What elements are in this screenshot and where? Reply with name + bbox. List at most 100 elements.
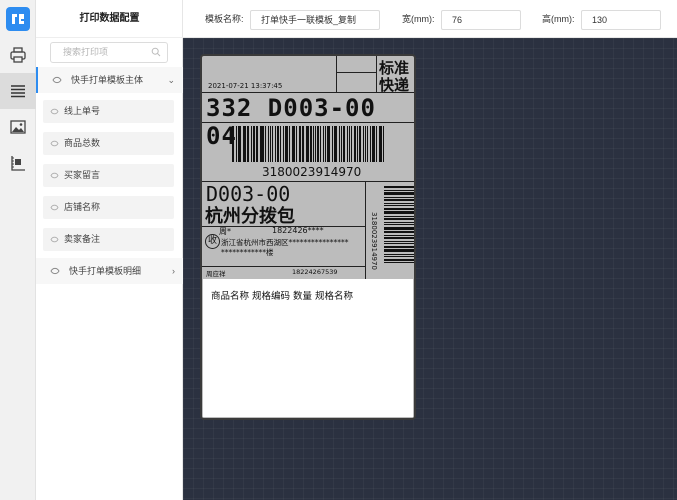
app-logo xyxy=(6,7,30,31)
logo-icon xyxy=(12,14,24,24)
barcode-bar xyxy=(261,126,264,162)
group-kuaishou-detail[interactable]: 快手打单模板明细 › xyxy=(36,258,183,284)
barcode-bar xyxy=(362,126,364,162)
field-label: 卖家备注 xyxy=(64,234,101,244)
barcode-bar xyxy=(251,126,253,162)
barcode-bar xyxy=(237,126,239,162)
search-input[interactable]: 搜索打印项 xyxy=(50,42,168,63)
text-tool-button[interactable] xyxy=(0,73,36,109)
hub-name: 杭州分拨包 xyxy=(205,206,295,227)
printer-icon xyxy=(10,47,26,63)
barcode-bar xyxy=(235,126,237,162)
barcode-bar xyxy=(341,126,342,162)
group-kuaishou-main[interactable]: 快手打单模板主体 ⌄ xyxy=(36,67,183,93)
barcode-bar xyxy=(384,249,414,252)
barcode-bar xyxy=(279,126,282,162)
list-lines-icon xyxy=(11,85,25,98)
barcode-bar xyxy=(293,126,296,162)
order-detail-block[interactable]: 商品名称 规格编码 数量 规格名称 xyxy=(203,279,413,417)
barcode-bar xyxy=(383,126,384,162)
barcode-bar xyxy=(370,126,372,162)
height-input[interactable]: 130 xyxy=(581,10,661,30)
barcode-bar xyxy=(276,126,279,162)
component-icon xyxy=(11,156,25,171)
barcode-bar xyxy=(339,126,340,162)
barcode-bar xyxy=(322,126,324,162)
field-online-order-no[interactable]: 线上单号 xyxy=(43,100,174,123)
barcode-bar xyxy=(349,126,351,162)
barcode-bar xyxy=(315,126,317,162)
field-label: 买家留言 xyxy=(64,170,101,180)
barcode-bar xyxy=(384,226,414,230)
barcode-bar xyxy=(375,126,377,162)
barcode-bar xyxy=(384,202,414,204)
field-buyer-message[interactable]: 买家留言 xyxy=(43,164,174,187)
barcode-bar xyxy=(384,196,414,198)
barcode-bar xyxy=(384,189,414,191)
barcode-bar xyxy=(384,207,414,210)
barcode-bar xyxy=(275,126,276,162)
link-icon xyxy=(50,267,60,275)
receiver-name: 周* xyxy=(219,227,231,236)
barcode-bar xyxy=(309,126,312,162)
barcode-bar xyxy=(232,126,234,162)
barcode-bar xyxy=(243,126,246,162)
sender-phone: 18224267539 xyxy=(292,268,338,276)
image-icon xyxy=(10,120,26,134)
link-icon xyxy=(50,172,59,179)
tracking-barcode xyxy=(232,126,386,162)
barcode-bar xyxy=(306,126,309,162)
image-tool-button[interactable] xyxy=(0,109,36,145)
barcode-bar xyxy=(364,126,366,162)
barcode-bar xyxy=(269,126,272,162)
barcode-bar xyxy=(346,126,349,162)
field-seller-note[interactable]: 卖家备注 xyxy=(43,228,174,251)
barcode-bar xyxy=(380,126,383,162)
barcode-bar xyxy=(384,234,414,236)
printer-tool-button[interactable] xyxy=(0,37,36,73)
barcode-bar xyxy=(296,126,297,162)
barcode-bar xyxy=(357,126,359,162)
barcode-tool-button[interactable] xyxy=(0,145,36,181)
barcode-bar xyxy=(366,126,369,162)
barcode-bar xyxy=(246,126,248,162)
group-label: 快手打单模板明细 xyxy=(69,266,142,276)
barcode-bar xyxy=(384,256,414,257)
barcode-bar xyxy=(324,126,327,162)
barcode-bar xyxy=(384,262,414,263)
receiver-phone: 1822426**** xyxy=(272,226,324,235)
barcode-bar xyxy=(272,126,274,162)
barcode-bar xyxy=(255,126,258,162)
print-datetime: 2021-07-21 13:37:45 xyxy=(208,82,283,90)
link-icon xyxy=(50,204,59,211)
field-label: 线上单号 xyxy=(64,106,101,116)
barcode-bar xyxy=(384,231,414,233)
link-icon xyxy=(50,140,59,147)
barcode-bar xyxy=(384,221,414,223)
width-input[interactable]: 76 xyxy=(441,10,521,30)
barcode-bar xyxy=(384,224,414,225)
barcode-bar xyxy=(327,126,330,162)
barcode-bar xyxy=(283,126,285,162)
barcode-bar xyxy=(342,126,345,162)
vertical-tracking-number: 3180023914970 xyxy=(370,212,378,270)
sender-name: 周应祥 xyxy=(206,270,226,278)
barcode-bar xyxy=(384,215,414,217)
field-shop-name[interactable]: 店铺名称 xyxy=(43,196,174,219)
barcode-bar xyxy=(384,253,414,255)
field-label: 商品总数 xyxy=(64,138,101,148)
template-name-label: 模板名称: xyxy=(205,14,244,24)
barcode-bar xyxy=(384,258,414,261)
vertical-barcode xyxy=(384,186,414,278)
barcode-bar xyxy=(384,243,414,244)
field-total-items[interactable]: 商品总数 xyxy=(43,132,174,155)
barcode-bar xyxy=(372,126,375,162)
barcode-bar xyxy=(317,126,319,162)
barcode-bar xyxy=(285,126,288,162)
link-icon xyxy=(50,108,59,115)
barcode-bar xyxy=(298,126,301,162)
template-name-input[interactable]: 打单快手一联模板_复制 xyxy=(250,10,380,30)
barcode-bar xyxy=(267,126,269,162)
barcode-bar xyxy=(303,126,305,162)
barcode-bar xyxy=(384,205,414,206)
